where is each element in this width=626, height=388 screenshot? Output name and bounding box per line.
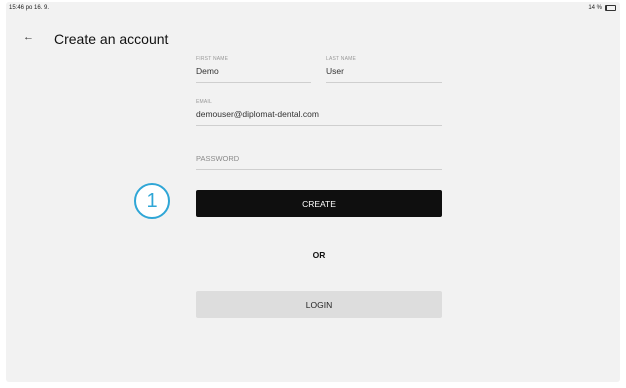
first-name-label: FIRST NAME: [196, 56, 229, 62]
email-field[interactable]: EMAIL demouser@diplomat-dental.com: [196, 99, 442, 126]
status-bar: 15:46 po 16. 9. 14 %: [6, 2, 620, 16]
last-name-label: LAST NAME: [326, 56, 357, 62]
last-name-value[interactable]: User: [326, 66, 442, 76]
email-underline: [196, 125, 442, 126]
password-field[interactable]: PASSWORD: [196, 154, 442, 170]
battery-text: 14 %: [588, 5, 602, 11]
email-label: EMAIL: [196, 99, 213, 105]
first-name-underline: [196, 82, 311, 83]
password-placeholder[interactable]: PASSWORD: [196, 154, 442, 163]
status-right: 14 %: [588, 5, 616, 11]
last-name-field[interactable]: LAST NAME User: [326, 56, 442, 83]
step-number-badge: 1: [134, 183, 170, 219]
status-time: 15:46 po 16. 9.: [9, 5, 50, 11]
email-value[interactable]: demouser@diplomat-dental.com: [196, 109, 442, 119]
back-arrow-icon[interactable]: ←: [23, 31, 34, 43]
login-button[interactable]: LOGIN: [196, 291, 442, 318]
battery-fill: [606, 6, 608, 10]
battery-icon: [605, 5, 616, 11]
password-underline: [196, 169, 442, 170]
first-name-field[interactable]: FIRST NAME Demo: [196, 56, 311, 83]
or-separator: OR: [312, 250, 326, 260]
create-button[interactable]: CREATE: [196, 190, 442, 217]
last-name-underline: [326, 82, 442, 83]
page-title: Create an account: [54, 31, 169, 47]
first-name-value[interactable]: Demo: [196, 66, 311, 76]
app-screen: 15:46 po 16. 9. 14 % ← Create an account…: [6, 2, 620, 382]
